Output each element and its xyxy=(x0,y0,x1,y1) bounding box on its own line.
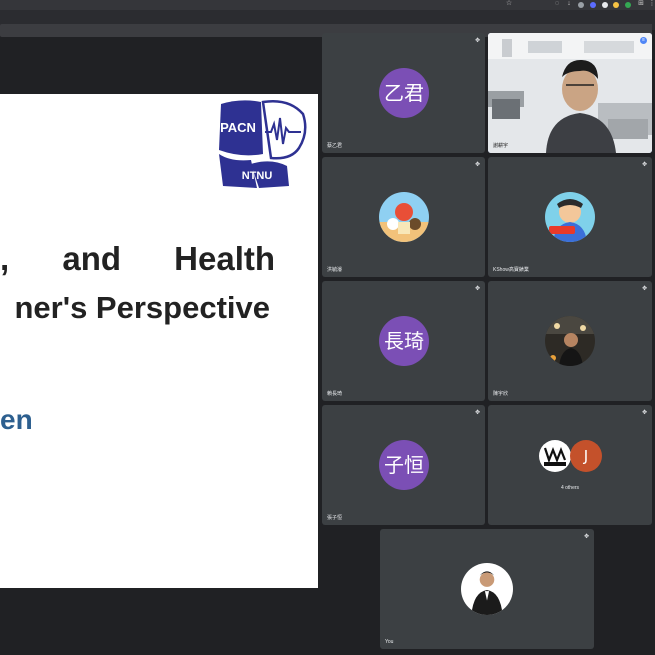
download-icon[interactable]: ↓ xyxy=(565,0,573,8)
participant-tile[interactable]: ✥ KShow高寶錶業 xyxy=(488,157,652,277)
audio-active-icon: ≡ xyxy=(640,37,647,44)
participant-tile-active-speaker[interactable]: ≡ 謝耕宇 xyxy=(488,33,652,153)
menu-dots-icon[interactable]: ⋮ xyxy=(648,0,655,8)
avatar xyxy=(461,563,513,615)
others-count-label: 4 others xyxy=(560,485,580,491)
pacn-ntnu-logo: PACN NTNU xyxy=(219,100,307,188)
self-tile[interactable]: ✥ You xyxy=(380,529,594,649)
extension-icon[interactable] xyxy=(590,2,596,8)
shield-icon[interactable]: ◌ xyxy=(553,0,561,8)
participant-name: 洪毓濬 xyxy=(327,267,343,273)
logo-text-ntnu: NTNU xyxy=(242,170,273,182)
participant-name: 蔡乙君 xyxy=(327,143,343,149)
slide-author: en xyxy=(0,404,33,435)
extensions-puzzle-icon[interactable]: ⊞ xyxy=(637,0,645,8)
participant-name: 賴長琦 xyxy=(327,391,343,397)
avatar: J xyxy=(570,440,602,472)
slide-title-line-1: , and Health xyxy=(0,240,276,277)
extension-icon[interactable] xyxy=(625,2,631,8)
presentation-slide: PACN NTNU , and Health ner's Perspective… xyxy=(0,94,318,588)
push-pin-icon[interactable]: ✥ xyxy=(642,285,647,292)
browser-tab-strip: ☆ ◌ ↓ ⊞ ⋮ xyxy=(0,0,655,10)
participant-name: 張子恒 xyxy=(327,515,343,521)
extension-icon[interactable] xyxy=(602,2,608,8)
avatar: 長琦 xyxy=(379,316,429,366)
extension-icon[interactable] xyxy=(613,2,619,8)
avatar xyxy=(545,192,595,242)
participant-name: KShow高寶錶業 xyxy=(493,267,529,273)
participant-tile[interactable]: ✥ 乙君 蔡乙君 xyxy=(322,33,485,153)
others-tile[interactable]: ✥ J 4 others xyxy=(488,405,652,525)
avatar: 乙君 xyxy=(379,68,429,118)
avatar xyxy=(539,440,571,472)
avatar xyxy=(545,316,595,366)
push-pin-icon[interactable]: ✥ xyxy=(475,37,480,44)
participant-tile[interactable]: ✥ 長琦 賴長琦 xyxy=(322,281,485,401)
avatar: 子恒 xyxy=(379,440,429,490)
participant-name: You xyxy=(385,639,394,645)
participant-tile[interactable]: ✥ 洪毓濬 xyxy=(322,157,485,277)
logo-text-pacn: PACN xyxy=(220,120,256,135)
push-pin-icon[interactable]: ✥ xyxy=(475,161,480,168)
browser-toolbar xyxy=(0,10,655,37)
bookmark-star-icon[interactable]: ☆ xyxy=(505,0,513,8)
push-pin-icon[interactable]: ✥ xyxy=(584,533,589,540)
participant-tile[interactable]: ✥ 子恒 張子恒 xyxy=(322,405,485,525)
avatar xyxy=(379,192,429,242)
extension-icon[interactable] xyxy=(578,2,584,8)
participant-name: 陳宇欣 xyxy=(493,391,509,397)
push-pin-icon[interactable]: ✥ xyxy=(642,161,647,168)
participant-tile[interactable]: ✥ 陳宇欣 xyxy=(488,281,652,401)
slide-title-line-2: ner's Perspective xyxy=(14,290,270,325)
push-pin-icon[interactable]: ✥ xyxy=(475,285,480,292)
push-pin-icon[interactable]: ✥ xyxy=(642,409,647,416)
participant-name: 謝耕宇 xyxy=(493,143,509,149)
camera-video xyxy=(488,33,652,153)
push-pin-icon[interactable]: ✥ xyxy=(475,409,480,416)
